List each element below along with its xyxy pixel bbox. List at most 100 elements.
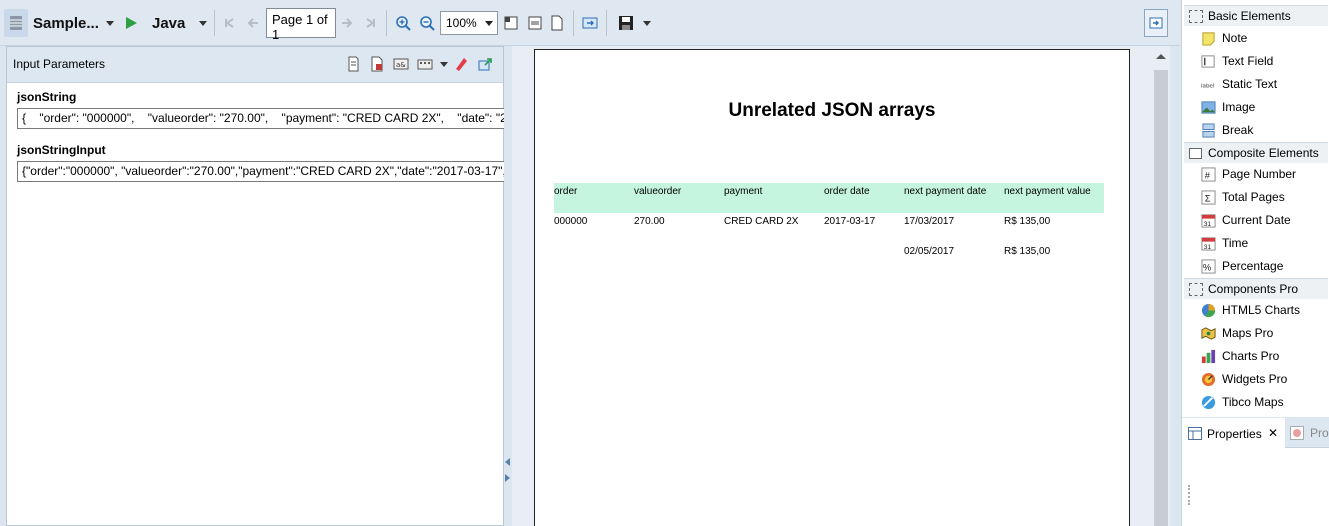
palette-item-charts-pro[interactable]: Charts Pro <box>1198 345 1279 367</box>
next-page-button[interactable] <box>338 9 356 37</box>
toolbar-separator <box>386 10 387 36</box>
eraser-icon[interactable] <box>453 56 469 72</box>
palette-item-time[interactable]: 31 Time <box>1198 232 1248 254</box>
category-icon <box>1189 283 1203 296</box>
column-header: valueorder <box>634 186 682 197</box>
row-cell: 2017-03-17 <box>824 216 876 227</box>
arrow-left-icon <box>247 18 258 28</box>
fit-width-button[interactable] <box>526 9 544 37</box>
svg-text:%: % <box>1203 262 1211 272</box>
report-selector-dropdown[interactable] <box>105 9 115 37</box>
palette-item-label: Current Date <box>1222 213 1291 227</box>
zoom-in-icon <box>396 16 411 31</box>
palette-item-percentage[interactable]: % Percentage <box>1198 255 1283 277</box>
page-icon <box>551 15 563 31</box>
fit-page-button[interactable] <box>502 9 520 37</box>
palette-item-page-number[interactable]: # Page Number <box>1198 163 1296 185</box>
report-selector-label[interactable]: Sample... <box>33 9 99 37</box>
palette-item-label: Maps Pro <box>1222 326 1274 340</box>
category-label: Components Pro <box>1208 282 1299 296</box>
apply-parameters-icon[interactable] <box>477 56 493 72</box>
tab-properties[interactable]: Properties ✕ <box>1182 418 1285 448</box>
input-parameters-header: Input Parameters a& <box>7 47 503 83</box>
actual-size-button[interactable] <box>548 9 566 37</box>
maximize-panel-button[interactable] <box>1144 9 1168 37</box>
param-label-jsonstringinput: jsonStringInput <box>17 143 106 157</box>
svg-text:31: 31 <box>1204 221 1212 228</box>
page-indicator[interactable]: Page 1 of 1 <box>266 8 336 42</box>
scrollbar-thumb[interactable] <box>1154 70 1168 526</box>
palette-item-label: Page Number <box>1222 167 1297 181</box>
palette-category-basic[interactable]: Basic Elements <box>1184 5 1328 26</box>
save-dropdown[interactable] <box>642 9 652 37</box>
parameter-expression-icon[interactable]: a& <box>393 56 409 72</box>
language-dropdown[interactable] <box>198 9 208 37</box>
palette-item-label: Percentage <box>1222 259 1284 273</box>
export-button[interactable] <box>580 9 600 37</box>
load-parameters-icon[interactable] <box>369 56 385 72</box>
calendar-icon: 31 <box>1201 214 1216 228</box>
last-page-button[interactable] <box>362 9 380 37</box>
preview-vertical-scrollbar[interactable] <box>1152 46 1170 526</box>
panel-splitter[interactable] <box>504 46 512 526</box>
palette-item-total-pages[interactable]: Σ Total Pages <box>1198 186 1285 208</box>
palette-item-static-text[interactable]: label Static Text <box>1198 73 1277 95</box>
report-toolbar: Sample... Java Page 1 of 1 100% <box>0 0 1180 46</box>
collapse-left-icon[interactable] <box>505 458 510 466</box>
param-input-jsonstringinput[interactable]: {"order":"000000", "valueorder":"270.00"… <box>17 161 505 182</box>
report-page: Unrelated JSON arrays order valueorder p… <box>534 49 1130 526</box>
palette-item-note[interactable]: Note <box>1198 27 1247 49</box>
palette-item-break[interactable]: Break <box>1198 119 1253 141</box>
save-button[interactable] <box>616 9 636 37</box>
palette-category-composite[interactable]: Composite Elements <box>1184 142 1328 163</box>
palette-category-components-pro[interactable]: Components Pro <box>1184 278 1328 299</box>
page-number-icon: # <box>1201 167 1216 182</box>
run-button[interactable] <box>122 9 140 37</box>
palette-item-label: Widgets Pro <box>1222 372 1288 386</box>
first-page-button[interactable] <box>220 9 238 37</box>
palette-item-label: Image <box>1222 100 1256 114</box>
chevron-down-icon <box>106 20 114 26</box>
zoom-value: 100% <box>446 16 477 30</box>
expand-right-icon[interactable] <box>505 474 510 482</box>
new-parameter-icon[interactable] <box>345 56 361 72</box>
map-icon <box>1201 327 1216 340</box>
param-label-jsonstring: jsonString <box>17 90 77 104</box>
svg-text:#: # <box>1205 170 1211 180</box>
zoom-in-button[interactable] <box>394 9 412 37</box>
zoom-select[interactable]: 100% <box>440 11 498 35</box>
palette-item-image[interactable]: Image <box>1198 96 1255 118</box>
palette-item-html5-charts[interactable]: HTML5 Charts <box>1198 299 1300 321</box>
row-cell: 17/03/2017 <box>904 216 955 227</box>
column-header: payment <box>724 186 763 197</box>
palette-item-label: Charts Pro <box>1222 349 1280 363</box>
svg-text:31: 31 <box>1204 244 1212 251</box>
palette-item-tibco-maps[interactable]: Tibco Maps <box>1198 391 1284 413</box>
column-header: next payment value <box>1004 186 1091 197</box>
text-field-icon <box>1201 55 1215 68</box>
chevron-down-icon <box>199 20 207 26</box>
sigma-icon: Σ <box>1201 190 1216 205</box>
static-text-icon: label <box>1201 83 1215 89</box>
language-label[interactable]: Java <box>152 9 185 37</box>
palette-item-text-field[interactable]: Text Field <box>1198 50 1273 72</box>
pie-chart-icon <box>1201 303 1216 318</box>
tab-problems[interactable]: Prob <box>1290 426 1329 440</box>
palette-item-current-date[interactable]: 31 Current Date <box>1198 209 1291 231</box>
param-input-jsonstring[interactable]: { "order": "000000", "valueorder": "270.… <box>17 108 505 129</box>
dataset-icon[interactable] <box>4 9 28 37</box>
palette-item-label: Static Text <box>1222 77 1278 91</box>
chevron-down-icon[interactable] <box>440 62 448 67</box>
column-header: order <box>554 186 578 197</box>
resize-grip[interactable] <box>1188 485 1190 505</box>
previous-page-button[interactable] <box>244 9 262 37</box>
close-icon[interactable]: ✕ <box>1268 426 1278 440</box>
last-page-icon <box>366 18 375 28</box>
palette-item-label: HTML5 Charts <box>1222 303 1301 317</box>
keyboard-icon[interactable] <box>417 56 433 72</box>
category-icon <box>1189 10 1203 23</box>
palette-item-widgets-pro[interactable]: Widgets Pro <box>1198 368 1287 390</box>
scroll-up-icon[interactable] <box>1156 54 1166 59</box>
palette-item-maps-pro[interactable]: Maps Pro <box>1198 322 1273 344</box>
zoom-out-button[interactable] <box>418 9 436 37</box>
